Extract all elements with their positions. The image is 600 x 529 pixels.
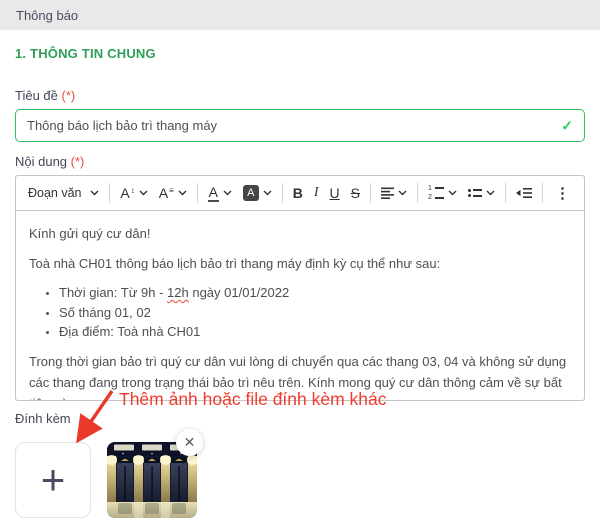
- chevron-down-icon: [398, 190, 407, 196]
- chevron-down-icon: [139, 190, 148, 196]
- outdent-icon: [516, 187, 532, 199]
- paragraph-style-label: Đoạn văn: [28, 186, 82, 200]
- chevron-down-icon: [263, 190, 272, 196]
- list-item: Số tháng 01, 02: [59, 304, 571, 322]
- paragraph-style-dropdown[interactable]: Đoạn văn: [23, 183, 104, 203]
- attachment-item: ✕: [107, 442, 197, 518]
- font-color-dropdown[interactable]: A: [203, 182, 237, 205]
- chevron-down-icon: [90, 190, 99, 196]
- strikethrough-button[interactable]: S: [346, 183, 365, 203]
- plus-icon: +: [41, 461, 66, 499]
- toolbar-divider: [109, 183, 110, 203]
- overflow-menu-icon: ⋮: [555, 184, 570, 202]
- chevron-down-icon: [223, 190, 232, 196]
- italic-button[interactable]: I: [309, 183, 324, 203]
- bulleted-list-dropdown[interactable]: [463, 186, 501, 201]
- attachment-row: +: [15, 442, 585, 518]
- list-item: Địa điểm: Toà nhà CH01: [59, 323, 571, 341]
- form-body: 1. THÔNG TIN CHUNG Tiêu đề (*) ✓ Nội dun…: [0, 46, 600, 518]
- align-left-icon: [381, 187, 394, 199]
- bulleted-list-icon: [468, 189, 483, 198]
- bold-icon: B: [293, 186, 303, 200]
- editor-paragraph: Kính gửi quý cư dân!: [29, 223, 571, 244]
- underline-button[interactable]: U: [325, 183, 345, 203]
- close-icon: ✕: [184, 434, 196, 451]
- title-field-label: Tiêu đề (*): [15, 88, 585, 103]
- remove-attachment-button[interactable]: ✕: [176, 429, 203, 456]
- list-item: Thời gian: Từ 9h - 12h ngày 01/01/2022: [59, 284, 571, 302]
- editor-bullet-list: Thời gian: Từ 9h - 12h ngày 01/01/2022 S…: [29, 284, 571, 341]
- toolbar-divider: [542, 183, 543, 203]
- font-size-icon: A ↕: [120, 186, 134, 200]
- font-family-icon: A ≡: [159, 186, 174, 200]
- numbered-list-icon: 1 2: [428, 185, 444, 202]
- required-mark: (*): [71, 154, 85, 169]
- outdent-button[interactable]: [511, 184, 537, 202]
- bold-button[interactable]: B: [288, 183, 308, 203]
- misspelled-word: 12h: [167, 285, 189, 300]
- valid-check-icon: ✓: [561, 117, 573, 134]
- underline-icon: U: [330, 186, 340, 200]
- font-background-color-icon: A: [243, 185, 259, 201]
- toolbar-divider: [417, 183, 418, 203]
- section-title-general-info: 1. THÔNG TIN CHUNG: [15, 46, 585, 61]
- text-alignment-dropdown[interactable]: [376, 184, 412, 202]
- content-field-label: Nội dung (*): [15, 154, 585, 169]
- font-size-dropdown[interactable]: A ↕: [115, 183, 152, 203]
- font-color-icon: A: [208, 185, 219, 202]
- title-input-wrap: ✓: [15, 109, 585, 142]
- strikethrough-icon: S: [351, 186, 360, 200]
- chevron-down-icon: [178, 190, 187, 196]
- toolbar-divider: [370, 183, 371, 203]
- annotation-text: Thêm ảnh hoặc file đính kèm khác: [119, 389, 387, 410]
- title-label-text: Tiêu đề: [15, 88, 58, 103]
- font-background-color-dropdown[interactable]: A: [238, 182, 277, 204]
- panel-header: Thông báo: [0, 0, 600, 30]
- numbered-list-dropdown[interactable]: 1 2: [423, 182, 462, 205]
- add-attachment-button[interactable]: +: [15, 442, 91, 518]
- italic-icon: I: [314, 186, 319, 200]
- title-input[interactable]: [15, 109, 585, 142]
- panel-title: Thông báo: [16, 8, 78, 23]
- toolbar-divider: [197, 183, 198, 203]
- editor-toolbar: Đoạn văn A ↕ A ≡: [16, 176, 584, 211]
- chevron-down-icon: [448, 190, 457, 196]
- toolbar-divider: [505, 183, 506, 203]
- attachment-label: Đính kèm: [15, 411, 585, 426]
- content-label-text: Nội dung: [15, 154, 67, 169]
- chevron-down-icon: [486, 190, 495, 196]
- rich-text-editor: Đoạn văn A ↕ A ≡: [15, 175, 585, 401]
- notification-form-page: Thông báo 1. THÔNG TIN CHUNG Tiêu đề (*)…: [0, 0, 600, 529]
- editor-paragraph: Toà nhà CH01 thông báo lịch bảo trì than…: [29, 253, 571, 274]
- required-mark: (*): [62, 88, 76, 103]
- toolbar-overflow-button[interactable]: ⋮: [548, 182, 577, 204]
- editor-content-area[interactable]: Kính gửi quý cư dân! Toà nhà CH01 thông …: [16, 211, 584, 400]
- toolbar-divider: [282, 183, 283, 203]
- font-family-dropdown[interactable]: A ≡: [154, 183, 192, 203]
